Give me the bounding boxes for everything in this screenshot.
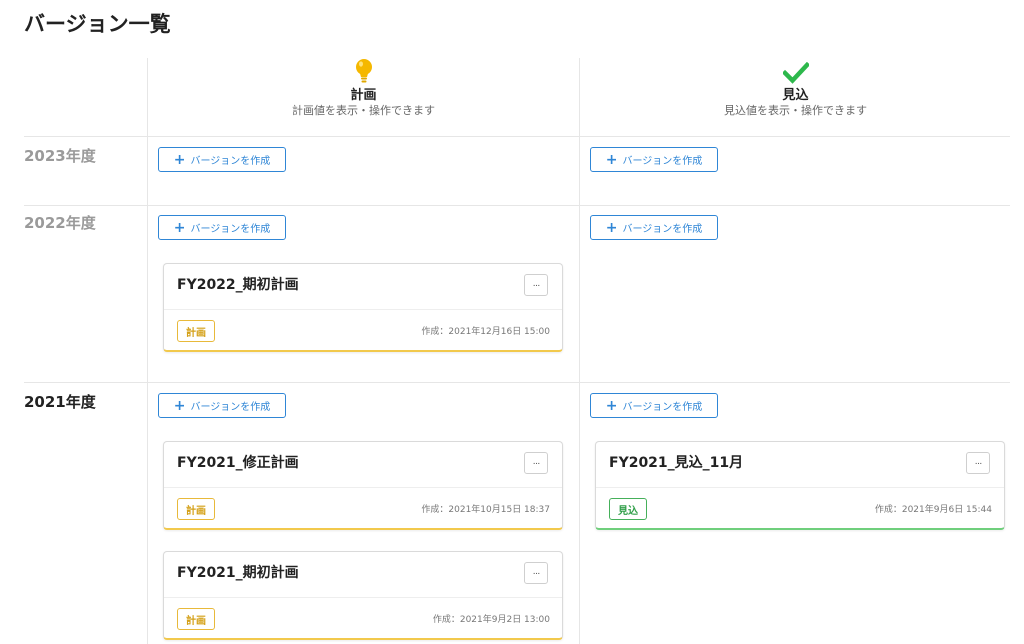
version-card-fy2021-plan-initial[interactable]: FY2021_期初計画 ··· 計画 作成：2021年9月2日 13:00: [163, 551, 563, 640]
version-name: FY2021_修正計画: [177, 455, 299, 471]
version-name: FY2022_期初計画: [177, 277, 299, 293]
created-timestamp: 作成：2021年10月15日 18:37: [421, 505, 550, 515]
column-header-plan: 計画 計画値を表示・操作できます: [148, 58, 579, 118]
plus-icon: +: [173, 151, 186, 168]
created-timestamp: 作成：2021年9月2日 13:00: [432, 615, 550, 625]
create-version-button-forecast-2021[interactable]: + バージョンを作成: [590, 393, 718, 418]
more-options-button[interactable]: ···: [966, 452, 990, 474]
card-divider: [164, 597, 562, 598]
more-options-button[interactable]: ···: [524, 562, 548, 584]
ellipsis-icon: ···: [532, 279, 541, 291]
create-version-button-forecast-2022[interactable]: + バージョンを作成: [590, 215, 718, 240]
create-version-button-plan-2021[interactable]: + バージョンを作成: [158, 393, 286, 418]
ellipsis-icon: ···: [532, 457, 541, 469]
plus-icon: +: [605, 219, 618, 236]
page-title: バージョン一覧: [24, 12, 171, 36]
ellipsis-icon: ···: [974, 457, 983, 469]
column-divider: [147, 58, 148, 644]
plus-icon: +: [173, 219, 186, 236]
column-subtitle-plan: 計画値を表示・操作できます: [292, 104, 435, 117]
version-card-fy2021-forecast-nov[interactable]: FY2021_見込_11月 ··· 見込 作成：2021年9月6日 15:44: [595, 441, 1005, 530]
version-name: FY2021_見込_11月: [609, 455, 744, 471]
column-divider: [579, 58, 580, 644]
year-label-2021: 2021年度: [24, 393, 96, 411]
column-title-forecast: 見込: [782, 88, 809, 103]
year-label-2023: 2023年度: [24, 147, 96, 165]
card-divider: [164, 309, 562, 310]
create-version-button-plan-2023[interactable]: + バージョンを作成: [158, 147, 286, 172]
row-divider: [24, 205, 1010, 206]
create-version-label: バージョンを作成: [190, 402, 271, 413]
create-version-label: バージョンを作成: [190, 156, 271, 167]
row-divider: [24, 136, 1010, 137]
version-card-fy2021-plan-revised[interactable]: FY2021_修正計画 ··· 計画 作成：2021年10月15日 18:37: [163, 441, 563, 530]
column-subtitle-forecast: 見込値を表示・操作できます: [724, 104, 867, 117]
version-type-badge: 見込: [609, 498, 647, 520]
version-type-badge: 計画: [177, 608, 215, 630]
plus-icon: +: [173, 397, 186, 414]
create-version-label: バージョンを作成: [190, 224, 271, 235]
more-options-button[interactable]: ···: [524, 452, 548, 474]
year-label-2022: 2022年度: [24, 214, 96, 232]
created-timestamp: 作成：2021年12月16日 15:00: [421, 327, 550, 337]
create-version-label: バージョンを作成: [622, 402, 703, 413]
create-version-button-forecast-2023[interactable]: + バージョンを作成: [590, 147, 718, 172]
column-title-plan: 計画: [350, 88, 377, 103]
plus-icon: +: [605, 151, 618, 168]
create-version-label: バージョンを作成: [622, 224, 703, 235]
lightbulb-icon: [148, 58, 579, 84]
card-divider: [164, 487, 562, 488]
created-timestamp: 作成：2021年9月6日 15:44: [874, 505, 992, 515]
row-divider: [24, 382, 1010, 383]
checkmark-icon: [580, 58, 1011, 84]
plus-icon: +: [605, 397, 618, 414]
version-type-badge: 計画: [177, 498, 215, 520]
create-version-button-plan-2022[interactable]: + バージョンを作成: [158, 215, 286, 240]
create-version-label: バージョンを作成: [622, 156, 703, 167]
card-divider: [596, 487, 1004, 488]
version-type-badge: 計画: [177, 320, 215, 342]
ellipsis-icon: ···: [532, 567, 541, 579]
version-name: FY2021_期初計画: [177, 565, 299, 581]
version-card-fy2022-plan-initial[interactable]: FY2022_期初計画 ··· 計画 作成：2021年12月16日 15:00: [163, 263, 563, 352]
column-header-forecast: 見込 見込値を表示・操作できます: [580, 58, 1011, 118]
more-options-button[interactable]: ···: [524, 274, 548, 296]
